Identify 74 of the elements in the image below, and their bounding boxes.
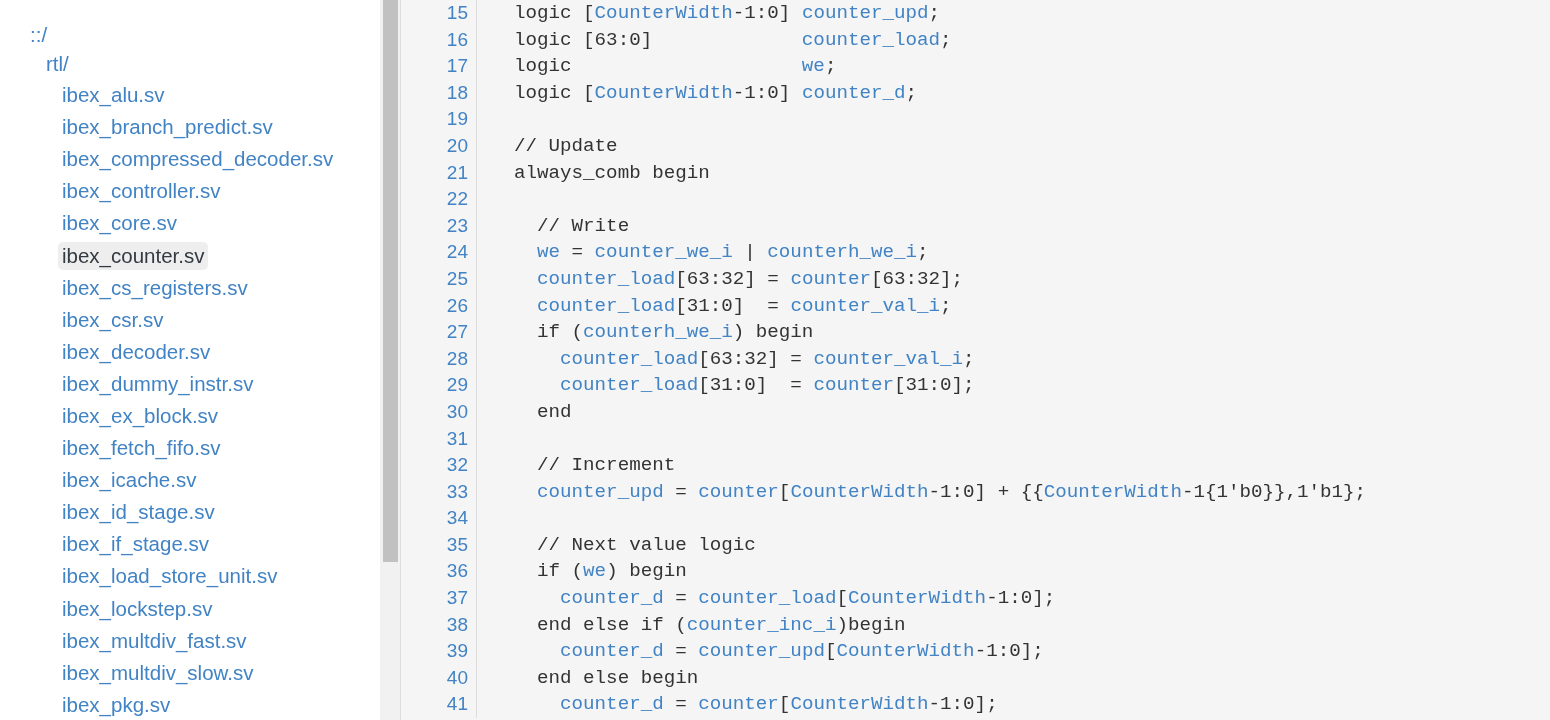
- file-link[interactable]: ibex_fetch_fifo.sv: [58, 434, 225, 463]
- file-link[interactable]: ibex_lockstep.sv: [58, 594, 217, 623]
- line-number: 38: [446, 613, 468, 635]
- code-line: we = counter_we_i | counterh_we_i;: [537, 241, 929, 264]
- file-link[interactable]: ibex_alu.sv: [58, 81, 169, 110]
- line-number: 32: [446, 454, 468, 476]
- line-number: 36: [446, 560, 468, 582]
- code-line: logic [CounterWidth-1:0] counter_d;: [514, 81, 918, 104]
- line-number: 34: [446, 507, 468, 529]
- file-link[interactable]: ibex_load_store_unit.sv: [58, 562, 282, 591]
- code-line: // Next value logic: [537, 533, 756, 556]
- file-link[interactable]: ibex_cs_registers.sv: [58, 273, 252, 302]
- line-number: 21: [446, 161, 468, 183]
- line-number: 19: [446, 108, 468, 130]
- line-number: 33: [446, 480, 468, 502]
- line-number: 22: [446, 188, 468, 210]
- code-line: // Increment: [537, 454, 676, 477]
- code-line: logic [CounterWidth-1:0] counter_upd;: [514, 2, 941, 24]
- line-number: 37: [446, 587, 468, 609]
- code-line: // Update: [514, 134, 618, 157]
- folder-link[interactable]: ::/: [26, 20, 52, 49]
- code-line: counter_load[63:32] = counter[63:32];: [537, 267, 964, 290]
- code-line: counter_d = counter_load[CounterWidth-1:0];: [560, 587, 1056, 610]
- line-number: 23: [446, 214, 468, 236]
- code-line: end else if (counter_inc_i)begin: [537, 613, 906, 636]
- line-number: 16: [446, 28, 468, 50]
- file-link[interactable]: ibex_controller.sv: [58, 177, 225, 206]
- file-link[interactable]: ibex_counter.sv: [58, 241, 209, 270]
- file-link[interactable]: ibex_pkg.sv: [58, 690, 175, 719]
- line-number: 20: [446, 134, 468, 156]
- scrollbar-thumb[interactable]: [382, 0, 398, 562]
- line-number: 41: [446, 693, 468, 715]
- folder-link[interactable]: rtl/: [42, 50, 73, 79]
- file-link[interactable]: ibex_decoder.sv: [58, 337, 215, 366]
- line-number: 35: [446, 533, 468, 555]
- file-link[interactable]: ibex_branch_predict.sv: [58, 113, 277, 142]
- line-number: 27: [446, 321, 468, 343]
- line-number: 26: [446, 294, 468, 316]
- code-line: counter_load[63:32] = counter_val_i;: [560, 347, 975, 370]
- file-link[interactable]: ibex_icache.sv: [58, 466, 201, 495]
- line-number: 40: [446, 666, 468, 688]
- line-number: 18: [446, 81, 468, 103]
- code-line: logic [63:0] counter_load;: [514, 28, 952, 51]
- file-link[interactable]: ibex_core.sv: [58, 209, 182, 238]
- line-number: 25: [446, 267, 468, 289]
- code-line: if (we) begin: [537, 560, 687, 583]
- line-number: 39: [446, 640, 468, 662]
- code-line: counter_d = counter_upd[CounterWidth-1:0];: [560, 640, 1044, 663]
- file-link[interactable]: ibex_if_stage.sv: [58, 530, 213, 559]
- file-link[interactable]: ibex_dummy_instr.sv: [58, 369, 258, 398]
- file-link[interactable]: ibex_csr.sv: [58, 305, 168, 334]
- code-line: if (counterh_we_i) begin: [537, 321, 814, 344]
- file-link[interactable]: ibex_multdiv_fast.sv: [58, 626, 251, 655]
- line-number: 15: [446, 2, 468, 23]
- code-line: logic we;: [514, 55, 837, 78]
- code-line: // Write: [537, 214, 630, 237]
- line-number: 31: [446, 427, 468, 449]
- code-line: counter_upd = counter[CounterWidth-1:0] + {{CounterWidth-1{1'b0}},1'b1};: [537, 480, 1367, 503]
- file-link[interactable]: ibex_ex_block.sv: [58, 402, 223, 430]
- line-number: 30: [446, 400, 468, 422]
- line-number: 29: [446, 374, 468, 396]
- code-line: end else begin: [537, 666, 699, 689]
- file-link[interactable]: ibex_id_stage.sv: [58, 498, 219, 527]
- line-number: 17: [446, 55, 468, 77]
- code-line: end: [537, 400, 572, 423]
- code-line: counter_d = counter[CounterWidth-1:0];: [560, 693, 998, 716]
- code-line: counter_load[31:0] = counter_val_i;: [537, 294, 952, 317]
- code-line: always_comb begin: [514, 161, 710, 184]
- line-number: 28: [446, 347, 468, 369]
- scrollbar-track[interactable]: [380, 0, 400, 720]
- file-link[interactable]: ibex_multdiv_slow.sv: [58, 658, 258, 687]
- line-number: 24: [446, 241, 468, 263]
- file-link[interactable]: ibex_compressed_decoder.sv: [58, 145, 338, 174]
- code-line: counter_load[31:0] = counter[31:0];: [560, 374, 975, 397]
